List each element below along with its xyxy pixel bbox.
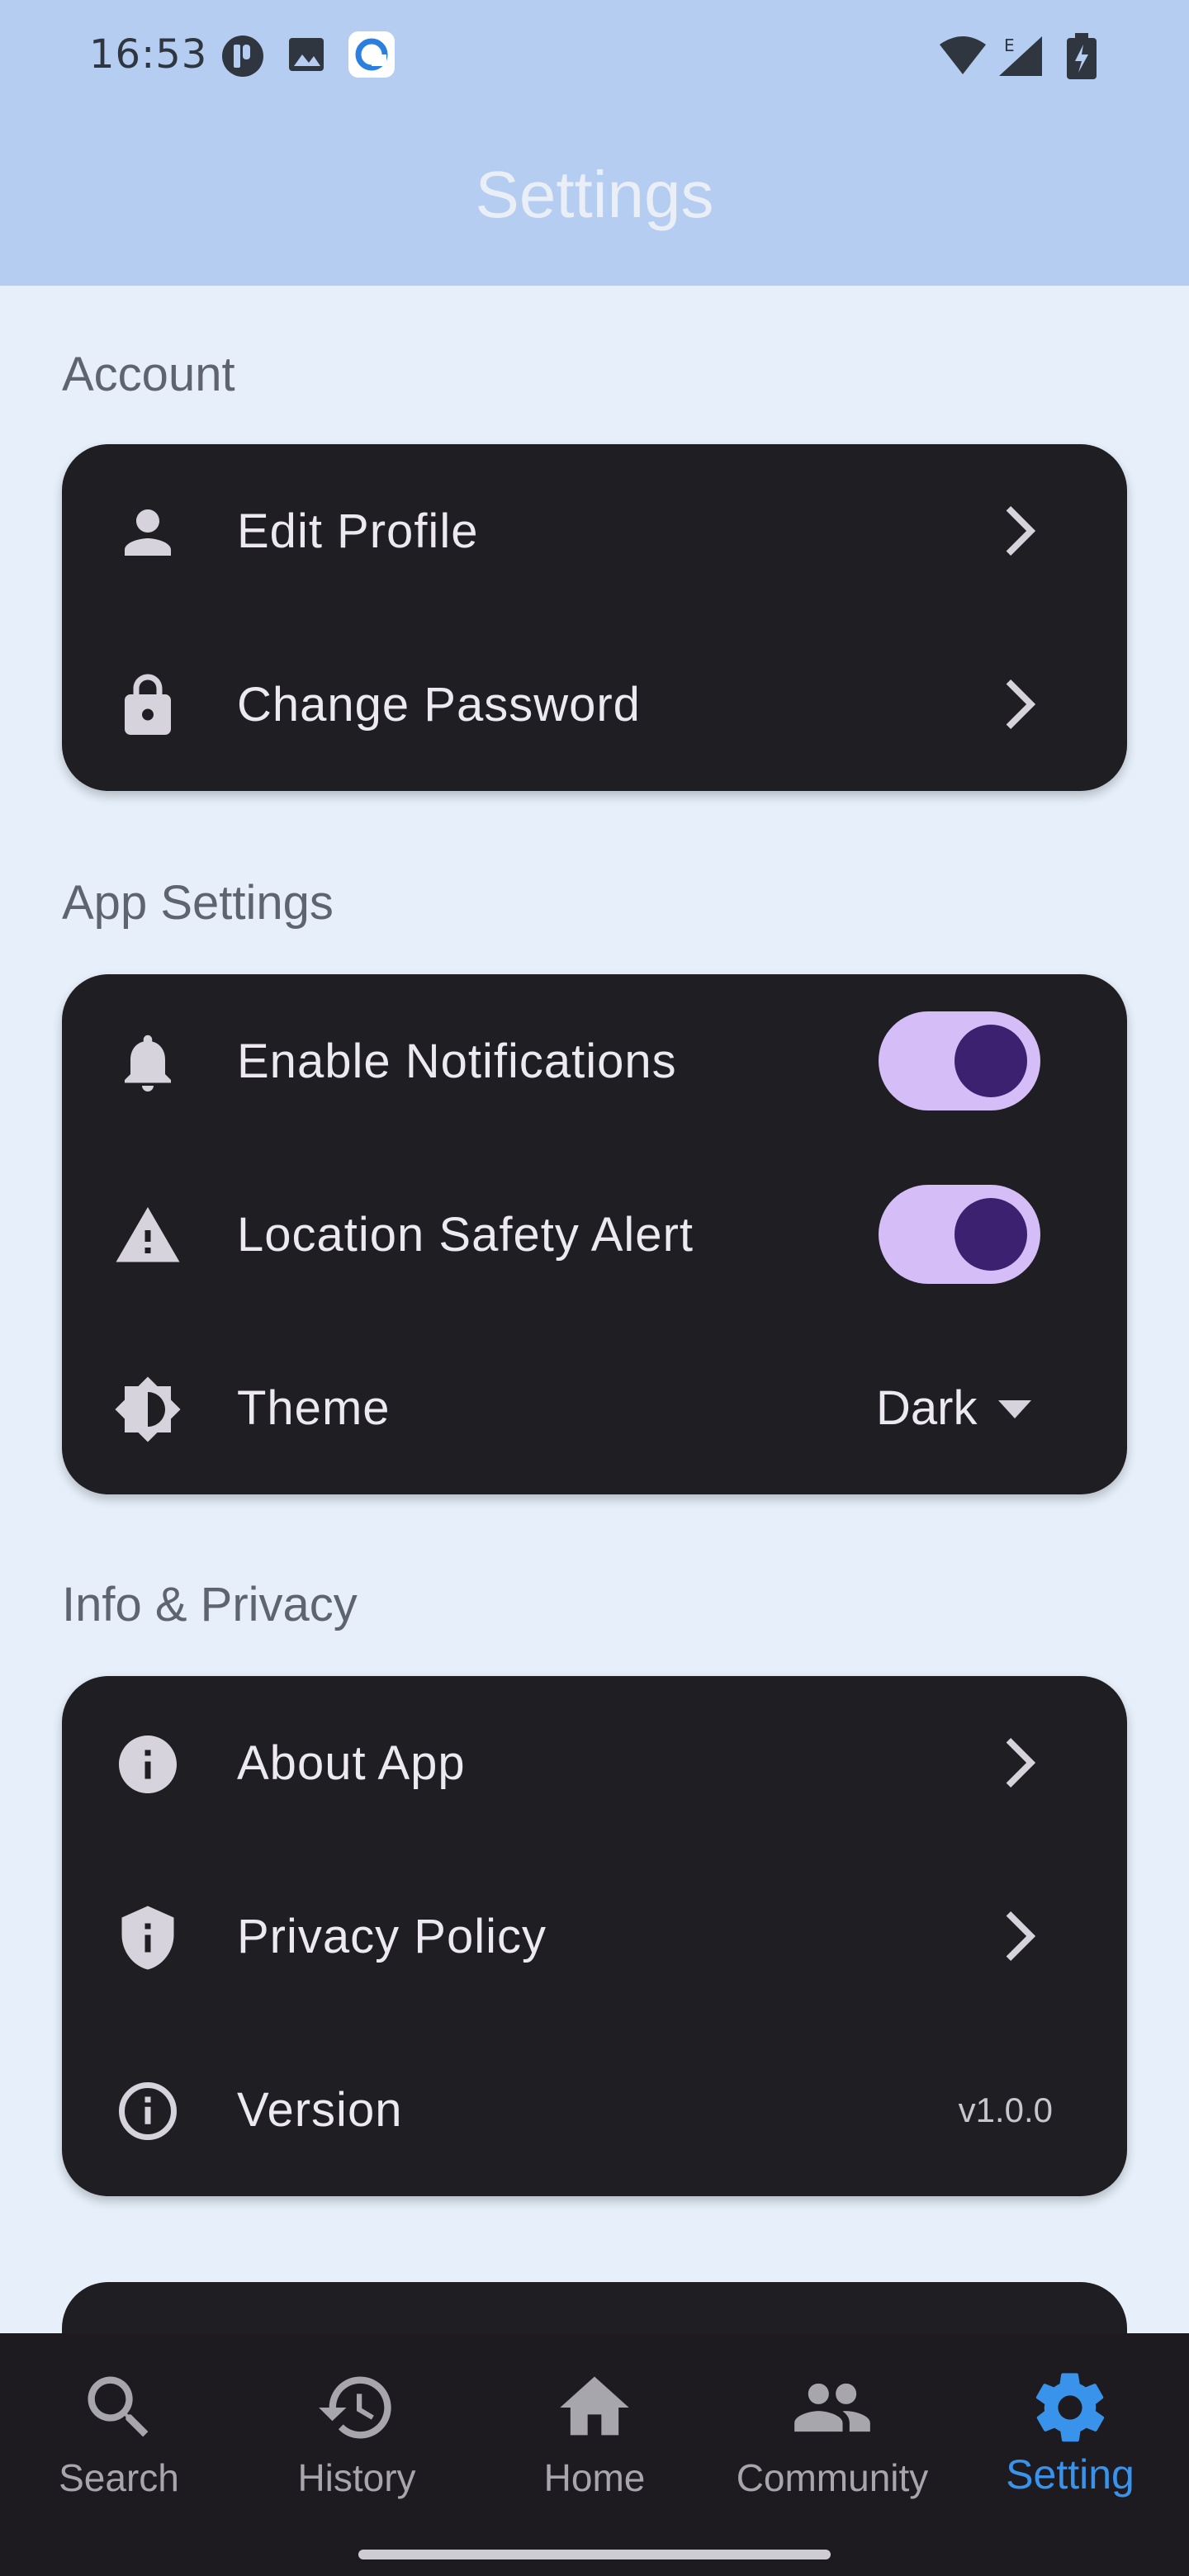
enable-notifications-toggle[interactable] <box>879 1011 1040 1110</box>
dropdown-arrow-icon[interactable] <box>995 1397 1035 1422</box>
version-value: v1.0.0 <box>958 2091 1053 2129</box>
nav-item-community[interactable]: Community <box>713 2333 951 2531</box>
chevron-right-icon <box>1006 506 1036 556</box>
nav-item-search[interactable]: Search <box>0 2333 238 2531</box>
warning-icon <box>116 1207 180 1262</box>
app-notification-icon <box>222 36 263 77</box>
location-safety-alert-toggle[interactable] <box>879 1185 1040 1284</box>
lock-icon <box>125 674 171 735</box>
app-notification-icon-2 <box>348 31 395 78</box>
theme-dropdown-value[interactable]: Dark <box>876 1380 977 1436</box>
privacy-policy-row[interactable]: Privacy Policy <box>62 1849 1127 2023</box>
change-password-label: Change Password <box>237 678 641 732</box>
status-bar: 16:53 E <box>0 0 1189 116</box>
toggle-knob <box>955 1025 1027 1097</box>
chevron-right-icon <box>1006 1738 1036 1788</box>
enable-notifications-label: Enable Notifications <box>237 1035 677 1088</box>
people-icon <box>794 2383 870 2432</box>
app-settings-card: Enable Notifications Location Safety Ale… <box>62 974 1127 1494</box>
status-time: 16:53 <box>89 31 208 78</box>
history-icon <box>319 2376 391 2439</box>
info-icon <box>119 1735 177 1793</box>
nav-label-home: Home <box>543 2456 646 2499</box>
brightness-icon <box>115 1376 181 1442</box>
search-icon <box>88 2376 149 2437</box>
person-icon <box>125 509 171 556</box>
svg-text:E: E <box>1004 36 1015 55</box>
account-card: Edit Profile Change Password <box>62 444 1127 791</box>
section-label-info-privacy: Info & Privacy <box>62 1578 358 1631</box>
bell-icon <box>125 1035 171 1091</box>
nav-label-setting: Setting <box>1006 2451 1135 2498</box>
nav-label-search: Search <box>59 2456 179 2499</box>
nav-item-home[interactable]: Home <box>476 2333 713 2531</box>
shield-icon <box>121 1906 174 1970</box>
about-app-row[interactable]: About App <box>62 1676 1127 1849</box>
section-label-account: Account <box>62 348 235 401</box>
location-safety-alert-label: Location Safety Alert <box>237 1208 694 1262</box>
theme-label: Theme <box>237 1381 391 1435</box>
edit-profile-row[interactable]: Edit Profile <box>62 444 1127 618</box>
location-safety-alert-row: Location Safety Alert <box>62 1148 1127 1321</box>
nav-label-community: Community <box>736 2456 929 2499</box>
about-app-label: About App <box>237 1736 466 1790</box>
nav-item-setting[interactable]: Setting <box>951 2333 1189 2531</box>
gear-icon <box>1035 2373 1105 2442</box>
page-title: Settings <box>475 158 714 231</box>
battery-icon <box>1067 33 1097 79</box>
edit-profile-label: Edit Profile <box>237 504 479 558</box>
wifi-icon <box>940 36 986 74</box>
theme-row[interactable]: Theme Dark <box>62 1321 1127 1494</box>
image-notification-icon <box>289 38 324 71</box>
home-icon <box>560 2376 629 2436</box>
signal-icon: E <box>999 36 1042 76</box>
enable-notifications-row: Enable Notifications <box>62 974 1127 1148</box>
chevron-right-icon <box>1006 680 1036 729</box>
info-privacy-card: About App Privacy Policy Version v1.0.0 <box>62 1676 1127 2196</box>
section-label-app-settings: App Settings <box>62 876 334 930</box>
change-password-row[interactable]: Change Password <box>62 618 1127 791</box>
chevron-right-icon <box>1006 1911 1036 1961</box>
nav-item-history[interactable]: History <box>238 2333 476 2531</box>
privacy-policy-label: Privacy Policy <box>237 1910 547 1963</box>
info-outline-icon <box>119 2082 177 2140</box>
toggle-knob <box>955 1198 1027 1271</box>
top-app-bar: 16:53 E Settings <box>0 0 1189 286</box>
version-row: Version v1.0.0 <box>62 2023 1127 2196</box>
version-label: Version <box>237 2083 403 2137</box>
bottom-navigation: Search History Home Community Setting <box>0 2333 1189 2576</box>
nav-label-history: History <box>297 2456 416 2499</box>
home-indicator[interactable] <box>358 2550 831 2559</box>
